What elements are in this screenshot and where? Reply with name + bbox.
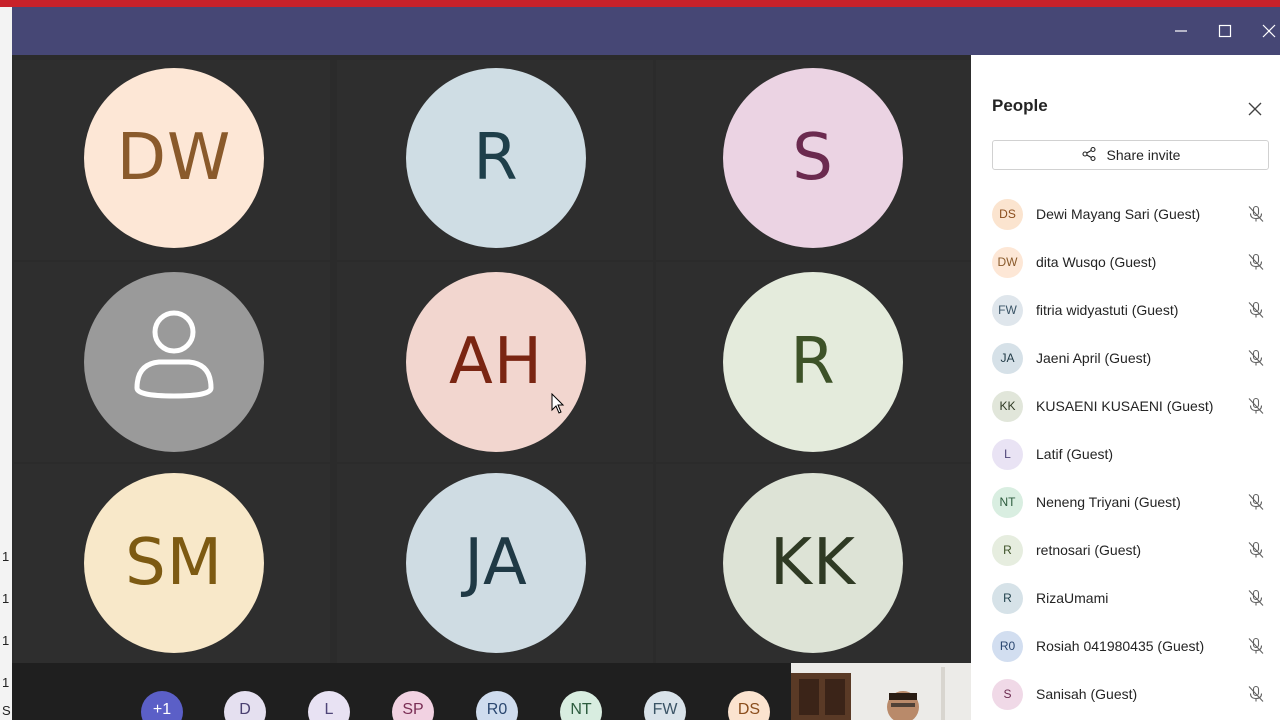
- participant-row[interactable]: DS Dewi Mayang Sari (Guest): [992, 190, 1280, 238]
- mic-muted-icon: [1246, 588, 1266, 608]
- participant-avatar: R: [406, 68, 586, 248]
- participant-name: dita Wusqo (Guest): [1036, 254, 1157, 270]
- share-icon: [1081, 146, 1097, 165]
- participant-name: Rosiah 041980435 (Guest): [1036, 638, 1205, 654]
- mouse-cursor-icon: [551, 393, 565, 414]
- self-video-image: [791, 663, 971, 720]
- participant-avatar: KK: [992, 390, 1023, 422]
- panel-title: People: [992, 96, 1048, 115]
- left-edge-strip: 1 1 1 1 S: [0, 7, 12, 720]
- participant-name: Jaeni April (Guest): [1036, 350, 1152, 366]
- teams-meeting-window: DW R S AH R SM JA KK +1 D L SP R0 NT FW DS People: [12, 7, 1280, 720]
- overflow-participant-avatar[interactable]: FW: [644, 691, 686, 720]
- participant-row[interactable]: L Latif (Guest): [992, 430, 1280, 478]
- mic-muted-icon: [1246, 684, 1266, 704]
- participant-avatar: AH: [406, 272, 586, 452]
- participant-avatar: S: [992, 678, 1023, 710]
- participant-row[interactable]: DW dita Wusqo (Guest): [992, 238, 1280, 286]
- edge-text: 1: [2, 633, 10, 648]
- overflow-participant-avatar[interactable]: NT: [560, 691, 602, 720]
- participant-initials: AH: [449, 325, 543, 399]
- participant-initials: R: [473, 121, 519, 195]
- participant-avatar: R: [992, 582, 1023, 614]
- participant-avatar: DW: [84, 68, 264, 248]
- participant-name: KUSAENI KUSAENI (Guest): [1036, 398, 1214, 414]
- participant-row[interactable]: S Sanisah (Guest): [992, 670, 1280, 718]
- participant-row[interactable]: R RizaUmami: [992, 574, 1280, 622]
- participant-row[interactable]: NT Neneng Triyani (Guest): [992, 478, 1280, 526]
- overflow-participant-avatar[interactable]: D: [224, 691, 266, 720]
- participant-avatar: JA: [406, 473, 586, 653]
- self-video-preview[interactable]: [791, 663, 971, 720]
- mic-muted-icon: [1246, 540, 1266, 560]
- participant-row[interactable]: Rretnosari (Guest): [992, 526, 1280, 574]
- participant-name: Neneng Triyani (Guest): [1036, 494, 1181, 510]
- participant-initials: DW: [116, 121, 232, 195]
- people-panel: People Share invite DS Dewi Mayang Sari (…: [971, 55, 1280, 720]
- mic-muted-icon: [1246, 348, 1266, 368]
- participant-row[interactable]: FW fitria widyastuti (Guest): [992, 286, 1280, 334]
- participant-avatar: NT: [992, 486, 1023, 518]
- more-participants-button[interactable]: +1: [141, 691, 183, 720]
- close-panel-icon[interactable]: [1245, 99, 1265, 119]
- participant-row[interactable]: R0 Rosiah 041980435 (Guest): [992, 622, 1280, 670]
- overflow-participant-avatar[interactable]: L: [308, 691, 350, 720]
- participant-avatar: S: [723, 68, 903, 248]
- minimize-icon[interactable]: [1169, 19, 1193, 43]
- participant-initials: JA: [464, 526, 528, 600]
- participant-name: Latif (Guest): [1036, 446, 1114, 462]
- share-invite-button[interactable]: Share invite: [992, 140, 1269, 170]
- participant-avatar: [84, 272, 264, 452]
- participant-avatar: DS: [992, 198, 1023, 230]
- mic-muted-icon: [1246, 204, 1266, 224]
- participant-name: retnosari (Guest): [1036, 542, 1142, 558]
- participant-name: fitria widyastuti (Guest): [1036, 302, 1179, 318]
- participant-avatar: FW: [992, 294, 1023, 326]
- share-invite-label: Share invite: [1106, 147, 1181, 163]
- maximize-icon[interactable]: [1213, 19, 1237, 43]
- participant-avatar: SM: [84, 473, 264, 653]
- participant-row[interactable]: JA Jaeni April (Guest): [992, 334, 1280, 382]
- title-bar: [12, 7, 1280, 55]
- participant-initials: KK: [770, 526, 856, 600]
- video-grid: DW R S AH R SM JA KK: [12, 55, 972, 664]
- overflow-participant-avatar[interactable]: R0: [476, 691, 518, 720]
- overflow-participant-avatar[interactable]: SP: [392, 691, 434, 720]
- edge-text: 1: [2, 549, 10, 564]
- participant-avatar: L: [992, 438, 1023, 470]
- participant-avatar: DW: [992, 246, 1023, 278]
- edge-text: S: [2, 703, 11, 718]
- mic-muted-icon: [1246, 396, 1266, 416]
- participant-initials: R: [790, 325, 836, 399]
- mic-muted-icon: [1246, 252, 1266, 272]
- participant-name: Dewi Mayang Sari (Guest): [1036, 206, 1201, 222]
- participant-avatar: KK: [723, 473, 903, 653]
- participant-list: DS Dewi Mayang Sari (Guest) DW dita Wusqo (…: [992, 190, 1280, 718]
- participant-avatar: JA: [992, 342, 1023, 374]
- participant-row[interactable]: KK KUSAENI KUSAENI (Guest): [992, 382, 1280, 430]
- participant-initials: S: [792, 121, 834, 195]
- close-icon[interactable]: [1257, 19, 1280, 43]
- mic-muted-icon: [1246, 300, 1266, 320]
- participant-avatar: R: [723, 272, 903, 452]
- edge-text: 1: [2, 675, 10, 690]
- participant-avatar: R0: [992, 630, 1023, 662]
- participant-name: RizaUmami: [1036, 590, 1109, 606]
- participant-avatar: R: [992, 534, 1023, 566]
- participant-initials: SM: [125, 526, 223, 600]
- participant-name: Sanisah (Guest): [1036, 686, 1138, 702]
- overflow-participant-avatar[interactable]: DS: [728, 691, 770, 720]
- mic-muted-icon: [1246, 492, 1266, 512]
- edge-text: 1: [2, 591, 10, 606]
- mic-muted-icon: [1246, 636, 1266, 656]
- person-icon: [129, 304, 219, 420]
